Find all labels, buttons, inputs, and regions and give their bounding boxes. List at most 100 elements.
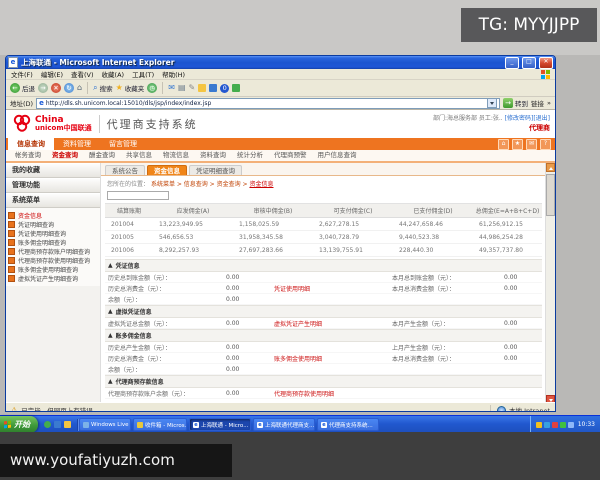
virtual-voucher-link[interactable]: 虚拟凭证产生明细	[274, 319, 392, 328]
subnav-agent-alert[interactable]: 代理商预警	[274, 150, 307, 161]
folder-icon[interactable]	[198, 84, 207, 92]
history-button[interactable]: ◷	[147, 83, 158, 93]
sidebar-header-admin[interactable]: 管理功能	[6, 178, 100, 193]
change-password-link[interactable]: [修改密码]	[505, 115, 534, 122]
cell-value: 2,627,278.15	[319, 220, 360, 228]
sidebar-item-funds-info[interactable]: 资金信息	[8, 211, 98, 220]
deposit-usage-link[interactable]: 代理商预存款使用明细	[274, 389, 392, 398]
breadcrumb-current[interactable]: 资金信息	[249, 181, 273, 188]
subnav-data-query[interactable]: 资料查询	[200, 150, 226, 161]
task-label: 代理商支持系统...	[329, 422, 373, 429]
forward-button[interactable]: →	[38, 83, 48, 93]
subnav-stats-analysis[interactable]: 统计分析	[237, 150, 263, 161]
menu-item-icon	[8, 221, 15, 228]
quicklaunch-ie-icon[interactable]	[54, 421, 61, 428]
nav-tab-data-mgmt[interactable]: 资料管理	[54, 138, 100, 150]
links-label[interactable]: 链接	[531, 98, 544, 108]
scroll-down-icon[interactable]	[546, 395, 555, 402]
logout-link[interactable]: [退出]	[533, 115, 550, 122]
task-windows-live[interactable]: Windows Live Mes...	[79, 418, 131, 431]
minimize-button[interactable]: _	[505, 56, 519, 69]
task-agent-page[interactable]: e 上海联通代理商支...	[253, 418, 315, 431]
quicklaunch-folder-icon[interactable]	[64, 421, 71, 428]
section-row: 余额（元）： 0.00	[105, 294, 542, 305]
stop-button[interactable]: ✕	[51, 83, 61, 93]
scroll-up-icon[interactable]	[546, 163, 555, 172]
nav-star-icon[interactable]: ★	[512, 138, 523, 150]
search-button[interactable]: ⌕ 搜索	[93, 83, 112, 93]
start-button[interactable]: 开始	[0, 416, 38, 433]
sidebar-item-bonus-usage[interactable]: 账多佣金使用明细查询	[8, 265, 98, 274]
section-header-bonus[interactable]: ▲ 账多佣金信息	[105, 329, 542, 342]
subnav-commission-query[interactable]: 酬金查询	[89, 150, 115, 161]
edit-button[interactable]: ✎	[189, 83, 196, 93]
bluetooth-icon[interactable]: 0	[220, 83, 230, 93]
address-input[interactable]: e http://dls.sh.unicom.local:15010/dls/j…	[36, 97, 501, 109]
sidebar-header-favorites[interactable]: 我的收藏	[6, 163, 100, 178]
refresh-button[interactable]: ↻	[64, 83, 74, 93]
mail-button[interactable]: ✉	[168, 83, 175, 93]
close-button[interactable]: ✕	[539, 56, 553, 69]
subnav-logistics-info[interactable]: 物流信息	[163, 150, 189, 161]
tab-system-notice[interactable]: 系统公告	[105, 165, 145, 175]
subnav-account-query[interactable]: 帐务查询	[15, 150, 41, 161]
quicklaunch-msn-icon[interactable]	[44, 421, 51, 428]
subnav-shared-info[interactable]: 共享信息	[126, 150, 152, 161]
back-button[interactable]: ← 后退	[10, 83, 35, 93]
sidebar-item-voucher-detail[interactable]: 凭证明细查询	[8, 220, 98, 229]
menu-file[interactable]: 文件(F)	[11, 69, 33, 79]
sidebar-item-virtual-voucher[interactable]: 虚拟凭证产生明细查询	[8, 274, 98, 283]
section-header-voucher[interactable]: ▲ 凭证信息	[105, 259, 542, 272]
task-label: 收件箱 - Micros...	[145, 422, 187, 429]
title-bar[interactable]: e 上海联通 - Microsoft Internet Explorer _ □…	[6, 56, 555, 69]
nav-home-icon[interactable]: ⌂	[498, 138, 509, 150]
sidebar-header-system-menu[interactable]: 系统菜单	[6, 193, 100, 208]
address-dropdown[interactable]	[487, 98, 498, 108]
home-button[interactable]: ⌂	[77, 83, 82, 93]
plugin-icon[interactable]	[232, 84, 241, 92]
menu-item-icon	[8, 248, 15, 255]
messenger-icon[interactable]	[209, 84, 218, 92]
sidebar-item-deposit-usage[interactable]: 代理商预存款使用明细查询	[8, 256, 98, 265]
menu-edit[interactable]: 编辑(E)	[41, 69, 63, 79]
tab-funds-info[interactable]: 资金信息	[147, 165, 187, 175]
links-chevrons[interactable]: »	[547, 99, 551, 107]
tray-volume-icon[interactable]	[567, 421, 574, 428]
tray-status-icon[interactable]	[559, 421, 566, 428]
page-scrollbar[interactable]	[545, 163, 555, 402]
nav-tab-info-query[interactable]: 信息查询	[8, 138, 54, 150]
favorites-button[interactable]: ★ 收藏夹	[116, 83, 145, 93]
task-shanghai-unicom[interactable]: e 上海联通 - Micro...	[189, 418, 251, 431]
voucher-usage-link[interactable]: 凭证使用明细	[274, 284, 392, 293]
tab-voucher-detail-query[interactable]: 凭证明细查询	[189, 165, 242, 175]
go-button[interactable]: → 转到	[503, 98, 528, 108]
section-header-virtual-voucher[interactable]: ▲ 虚拟凭证信息	[105, 305, 542, 318]
tray-network-icon[interactable]	[543, 421, 550, 428]
nav-tab-message-mgmt[interactable]: 留言管理	[100, 138, 146, 150]
tray-alert-icon[interactable]	[551, 421, 558, 428]
menu-help[interactable]: 帮助(H)	[162, 69, 185, 79]
menu-tools[interactable]: 工具(T)	[132, 69, 154, 79]
print-button[interactable]: ▤	[178, 83, 186, 93]
bonus-usage-link[interactable]: 账多佣金使用明细	[274, 354, 392, 363]
sidebar-item-voucher-usage[interactable]: 凭证使用明细查询	[8, 229, 98, 238]
menu-view[interactable]: 查看(V)	[71, 69, 94, 79]
subnav-funds-query[interactable]: 资金查询	[52, 150, 78, 161]
section-header-deposit[interactable]: ▲ 代理商预存款信息	[105, 375, 542, 388]
tray-shield-icon[interactable]	[535, 421, 542, 428]
subnav-user-info-query[interactable]: 用户信息查询	[318, 150, 357, 161]
nav-mail-icon[interactable]: ✉	[526, 138, 537, 150]
breadcrumb-path[interactable]: 系统菜单 > 信息查询 > 资金查询 >	[151, 181, 250, 188]
sidebar-item-bonus-detail[interactable]: 账多佣金明细查询	[8, 238, 98, 247]
task-inbox[interactable]: 收件箱 - Micros...	[133, 418, 187, 431]
maximize-button[interactable]: □	[522, 56, 536, 69]
section-row: 代理商预存款账户余额（元）： 0.00 代理商预存款使用明细	[105, 388, 542, 399]
task-agent-system[interactable]: e 代理商支持系统...	[317, 418, 379, 431]
scrollbar-thumb[interactable]	[546, 174, 555, 216]
cell-value: 228,440.30	[399, 246, 434, 254]
nav-help-icon[interactable]: ?	[540, 138, 551, 150]
menu-favorites[interactable]: 收藏(A)	[102, 69, 125, 79]
filter-box[interactable]	[107, 191, 169, 200]
sidebar-item-deposit-account[interactable]: 代理商预存款账户明细查询	[8, 247, 98, 256]
section-row: 历史总消费金（元）： 0.00 账多佣金使用明细 本月总消费金额（元）： 0.00	[105, 353, 542, 364]
